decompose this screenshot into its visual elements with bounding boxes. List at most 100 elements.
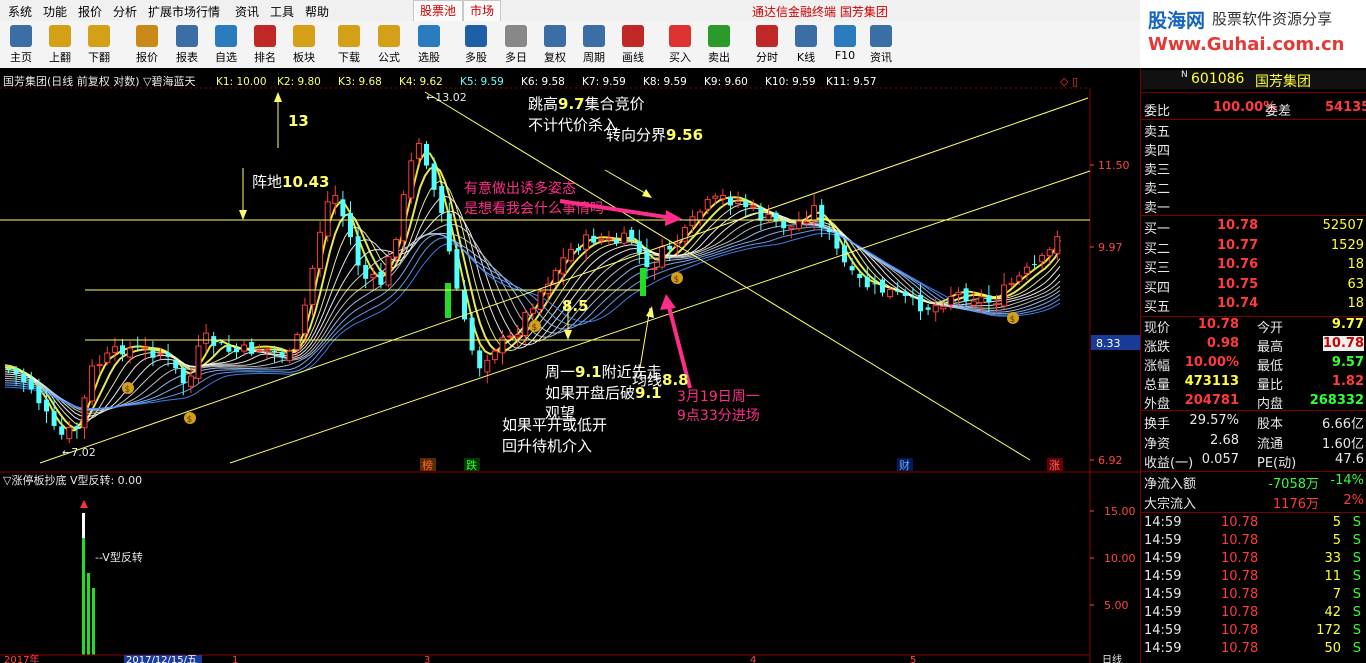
tab-market[interactable]: 市场 xyxy=(463,0,502,21)
buy-volume: 18 xyxy=(1347,257,1364,272)
tick-row: 14:59 10.78 42 S xyxy=(1141,604,1366,623)
mark-bang[interactable]: 榜 xyxy=(422,458,433,472)
quote-label-2: 最高 xyxy=(1257,340,1284,355)
annotation-date-1: 3月19日周一 xyxy=(677,389,760,405)
sell-row-5: 卖五 xyxy=(1141,120,1366,140)
date-axis-0: 2017年 xyxy=(4,653,39,663)
tick-row: 14:59 10.78 11 S xyxy=(1141,568,1366,587)
tick-side: S xyxy=(1352,641,1361,656)
buy-label: 买三 xyxy=(1144,261,1171,276)
menu-system[interactable]: 系统 xyxy=(8,3,32,20)
stock-title-row: N 601086 国芳集团 xyxy=(1141,70,1366,90)
chart-corner-icon[interactable]: ◇ ▯ xyxy=(1060,75,1078,88)
annotation-13: 13 xyxy=(288,112,309,130)
logo-line2: 股票软件资源分享 xyxy=(1212,10,1333,28)
toolbar-button-watchlist[interactable]: 自选 xyxy=(207,23,245,66)
annotation-no-cost: 不计代价杀入 xyxy=(528,116,618,134)
menu-news[interactable]: 资讯 xyxy=(235,3,259,20)
sell-label: 卖四 xyxy=(1144,144,1171,159)
fin-value: 2.68 xyxy=(1210,432,1239,448)
toolbar-button-period[interactable]: 周期 xyxy=(575,23,613,66)
tick-time: 14:59 xyxy=(1144,641,1182,656)
ma-label-10: K10: 9.59 xyxy=(765,76,816,88)
toolbar-button-page-up[interactable]: 上翻 xyxy=(41,23,79,66)
quote-row-4: 外盘 204781 内盘 268332 xyxy=(1141,392,1366,412)
price-axis-1: 11.50 xyxy=(1098,159,1130,172)
toolbar-button-page-down[interactable]: 下翻 xyxy=(80,23,118,66)
rank-icon xyxy=(254,25,276,47)
menu-function[interactable]: 功能 xyxy=(43,3,67,20)
toolbar-label-page-up: 上翻 xyxy=(49,51,71,64)
tick-row: 14:59 10.78 7 S xyxy=(1141,586,1366,605)
report-icon xyxy=(176,25,198,47)
toolbar-button-sector[interactable]: 板块 xyxy=(285,23,323,66)
flow-row-1: 大宗流入 1176万 2% xyxy=(1141,492,1366,512)
tick-time: 14:59 xyxy=(1144,515,1182,530)
toolbar-button-news[interactable]: 资讯 xyxy=(862,23,900,66)
svg-text:$: $ xyxy=(187,415,193,425)
intraday-icon xyxy=(756,25,778,47)
quote-label-2: 量比 xyxy=(1257,378,1284,393)
flow-value: 1176万 xyxy=(1272,496,1319,512)
home-icon xyxy=(10,25,32,47)
kline-chart-svg[interactable]: 国芳集团(日线 前复权 对数) ▽碧海蓝天 K1: 10.00 K2: 9.80 K… xyxy=(0,68,1140,663)
toolbar-button-download[interactable]: 下载 xyxy=(330,23,368,66)
fin-value-2: 1.60亿 xyxy=(1322,436,1364,452)
download-icon xyxy=(338,25,360,47)
toolbar-button-multi-stock[interactable]: 多股 xyxy=(457,23,495,66)
quote-row-2: 涨幅 10.00% 最低 9.57 xyxy=(1141,354,1366,374)
toolbar-button-quote[interactable]: 报价 xyxy=(128,23,166,66)
tick-volume: 42 xyxy=(1324,605,1341,620)
toolbar-label-download: 下载 xyxy=(338,51,360,64)
formula-icon xyxy=(378,25,400,47)
tick-time: 14:59 xyxy=(1144,569,1182,584)
kline-chart-area[interactable]: 国芳集团(日线 前复权 对数) ▽碧海蓝天 K1: 10.00 K2: 9.80 K… xyxy=(0,68,1140,663)
news-icon xyxy=(870,25,892,47)
price-axis-2: 9.97 xyxy=(1098,241,1123,254)
mark-zhang[interactable]: 涨 xyxy=(1049,459,1060,472)
toolbar-button-buy[interactable]: 买入 xyxy=(661,23,699,66)
multi-stock-icon xyxy=(465,25,487,47)
logo-line3: Www.Guhai.com.cn xyxy=(1148,34,1345,55)
ma-label-8: K8: 9.59 xyxy=(643,76,687,88)
toolbar-button-draw-line[interactable]: 画线 xyxy=(614,23,652,66)
indicator-axis-2: 10.00 xyxy=(1104,552,1136,565)
buy-price: 10.75 xyxy=(1217,276,1259,292)
menu-quote[interactable]: 报价 xyxy=(78,3,102,20)
toolbar-button-kline[interactable]: K线 xyxy=(787,23,825,66)
toolbar-button-intraday[interactable]: 分时 xyxy=(748,23,786,66)
toolbar-button-home[interactable]: 主页 xyxy=(2,23,40,66)
kline-icon xyxy=(795,25,817,47)
tick-row: 14:59 10.78 5 S xyxy=(1141,532,1366,551)
menu-help[interactable]: 帮助 xyxy=(305,3,329,20)
toolbar-button-report[interactable]: 报表 xyxy=(168,23,206,66)
mark-cai[interactable]: 财 xyxy=(899,458,910,472)
stock-select-icon xyxy=(418,25,440,47)
weicha-value: 54135 xyxy=(1325,100,1366,115)
window-title: 通达信金融终端 国芳集团 xyxy=(752,5,888,19)
tab-stock-pool[interactable]: 股票池 xyxy=(413,0,464,21)
toolbar-button-rank[interactable]: 排名 xyxy=(246,23,284,66)
mark-die[interactable]: 跌 xyxy=(466,458,477,472)
annotation-if-flat: 如果平开或低开 xyxy=(502,416,607,434)
toolbar-button-stock-select[interactable]: 选股 xyxy=(410,23,448,66)
toolbar-label-report: 报表 xyxy=(176,51,198,64)
toolbar-label-period: 周期 xyxy=(583,51,605,64)
toolbar: 主页 上翻 下翻 报价 报表 自选 排名 板块 下载 公式 选股 多股 多日 复权 周期 画线 买入 卖出 分时 K线… xyxy=(0,21,1140,69)
flow-value: -7058万 xyxy=(1268,477,1319,492)
f10-icon xyxy=(834,25,856,47)
buy-row-2: 买二 10.77 1529 xyxy=(1141,237,1366,257)
menu-extended-market[interactable]: 扩展市场行情 xyxy=(148,3,220,20)
fin-label: 净资 xyxy=(1144,436,1171,452)
svg-text:$: $ xyxy=(674,275,680,285)
fin-value-2: 47.6 xyxy=(1335,452,1364,467)
multi-day-icon xyxy=(505,25,527,47)
toolbar-button-sell[interactable]: 卖出 xyxy=(700,23,738,66)
toolbar-button-multi-day[interactable]: 多日 xyxy=(497,23,535,66)
menu-analysis[interactable]: 分析 xyxy=(113,3,137,20)
toolbar-button-formula[interactable]: 公式 xyxy=(370,23,408,66)
toolbar-button-restore-right[interactable]: 复权 xyxy=(536,23,574,66)
toolbar-button-f10[interactable]: F10 xyxy=(826,23,864,66)
menu-tools[interactable]: 工具 xyxy=(270,3,294,20)
buy-label: 买四 xyxy=(1144,280,1171,296)
